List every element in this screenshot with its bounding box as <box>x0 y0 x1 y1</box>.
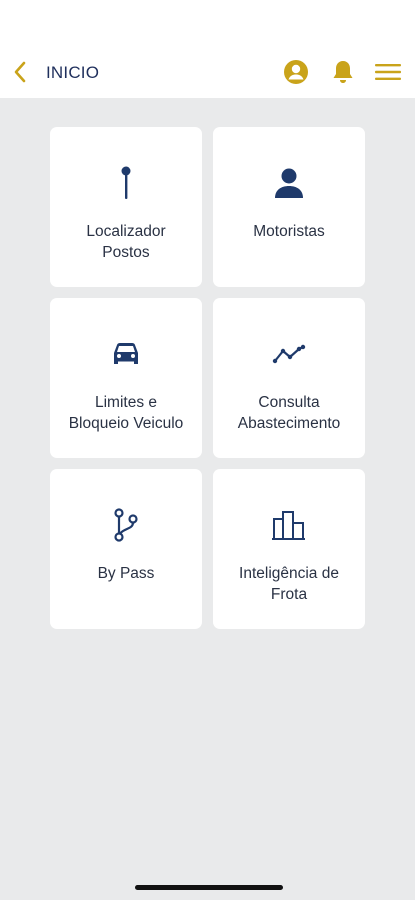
user-circle-icon <box>284 60 308 84</box>
trend-icon <box>272 344 306 364</box>
person-icon <box>275 168 303 198</box>
car-icon <box>114 343 138 364</box>
card-localizador-postos[interactable]: Localizador Postos <box>50 127 202 287</box>
menu-grid: Localizador Postos Motoristas Limites e … <box>50 127 365 629</box>
status-bar <box>0 0 415 46</box>
home-indicator <box>135 885 283 890</box>
branch-icon <box>114 508 138 542</box>
profile-button[interactable] <box>282 58 310 86</box>
card-label: Limites e Bloqueio Veiculo <box>68 394 184 432</box>
pin-icon <box>121 166 131 199</box>
card-label: Localizador Postos <box>86 223 166 261</box>
card-label: Consulta Abastecimento <box>237 394 341 432</box>
hamburger-icon <box>375 64 401 80</box>
app-header: INICIO <box>0 46 415 98</box>
page-title: INICIO <box>46 63 100 82</box>
notifications-button[interactable] <box>329 58 357 86</box>
card-limites-bloqueio[interactable]: Limites e Bloqueio Veiculo <box>50 298 202 458</box>
chevron-left-icon <box>14 61 26 83</box>
bar-chart-icon <box>272 511 305 540</box>
card-consulta-abastecimento[interactable]: Consulta Abastecimento <box>213 298 365 458</box>
card-inteligencia-frota[interactable]: Inteligência de Frota <box>213 469 365 629</box>
menu-button[interactable] <box>374 58 402 86</box>
card-label: By Pass <box>97 565 155 582</box>
card-motoristas[interactable]: Motoristas <box>213 127 365 287</box>
back-button[interactable] <box>6 58 34 86</box>
card-by-pass[interactable]: By Pass <box>50 469 202 629</box>
card-label: Motoristas <box>253 223 325 240</box>
card-label: Inteligência de Frota <box>239 565 339 603</box>
bell-icon <box>333 61 353 83</box>
